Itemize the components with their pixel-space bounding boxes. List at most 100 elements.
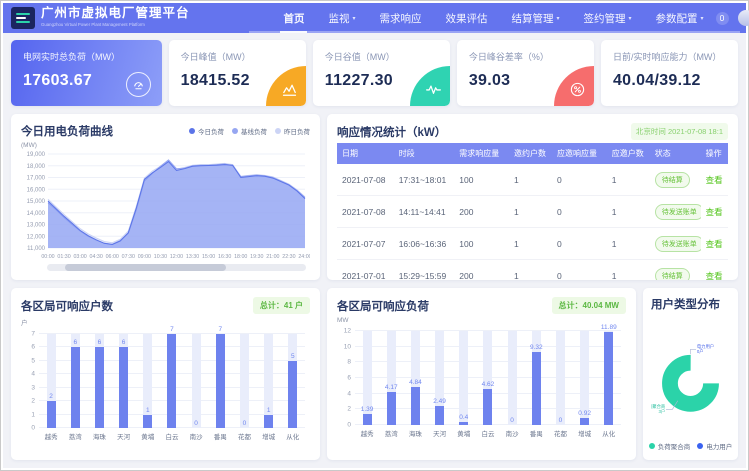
table-cell: 0 <box>552 228 607 260</box>
y-axis-unit: MW <box>337 317 626 324</box>
y-axis-unit: 户 <box>21 317 310 327</box>
table-cell: 16:06~16:36 <box>394 228 455 260</box>
legend-label: 电力用户 <box>706 441 732 451</box>
svg-text:15,000: 15,000 <box>27 199 46 205</box>
app-root: 广州市虚拟电厂管理平台 Guangzhou Virtual Power Plan… <box>3 3 746 468</box>
svg-text:01:30: 01:30 <box>57 254 70 260</box>
bar-从化: 11.89从化 <box>604 331 613 425</box>
panel-user-type: 用户类型分布 电力用户0户负荷聚合商3户 负荷聚合商电力用户 <box>643 288 738 460</box>
y-axis-tick: 2 <box>31 398 35 405</box>
nav-item-0[interactable]: 首页 <box>271 3 316 33</box>
bar-value-label: 9.32 <box>530 344 543 351</box>
nav-item-label: 效果评估 <box>445 11 487 26</box>
bar-越秀: 2越秀 <box>47 334 56 428</box>
svg-text:0户: 0户 <box>697 348 704 355</box>
x-axis-label: 越秀 <box>361 428 374 438</box>
user-type-donut-chart: 电力用户0户负荷聚合商3户 <box>651 316 730 438</box>
panel-load-curve: 今日用电负荷曲线 今日负荷基线负荷昨日负荷 (MW) 19,00018,0001… <box>11 114 320 280</box>
y-axis-tick: 10 <box>344 343 351 350</box>
bar-黄埔: 1黄埔 <box>143 334 152 428</box>
bar-value-label: 0 <box>559 417 563 424</box>
bar-value-label: 4.17 <box>385 384 398 391</box>
bar-value-label: 2.49 <box>433 398 446 405</box>
chart-scrollbar[interactable] <box>47 264 306 271</box>
legend-item[interactable]: 电力用户 <box>697 441 732 451</box>
column-header: 时段 <box>394 143 455 164</box>
svg-text:14,000: 14,000 <box>27 211 46 217</box>
y-axis-tick: 6 <box>31 344 35 351</box>
table-cell: 2021-07-01 <box>337 260 394 281</box>
chevron-down-icon: ▾ <box>701 15 704 22</box>
nav-item-4[interactable]: 结算管理▾ <box>499 3 571 33</box>
bar-value-label: 1 <box>146 407 150 414</box>
table-row: 2021-07-0814:11~14:41200101待发送账单查看 <box>337 196 728 228</box>
load-curve-legend: 今日负荷基线负荷昨日负荷 <box>189 126 310 136</box>
nav-item-5[interactable]: 签约管理▾ <box>571 3 643 33</box>
notification-count: 0 <box>720 13 725 23</box>
table-cell: 2021-07-08 <box>337 164 394 196</box>
district-households-chart: 012345672越秀6荔湾6海珠6天河1黄埔7白云0南沙7番禺0花都1增城5从… <box>21 330 310 442</box>
table-cell: 17:31~18:01 <box>394 164 455 196</box>
panel-district-load: 各区局可响应负荷 总计：40.04 MW MW 0246810121.39越秀4… <box>327 288 636 460</box>
nav-item-label: 首页 <box>283 11 304 26</box>
bar-value-label: 1 <box>267 407 271 414</box>
legend-item[interactable]: 基线负荷 <box>232 126 267 136</box>
x-axis-label: 海珠 <box>93 431 106 441</box>
bar-value-label: 4.62 <box>482 381 495 388</box>
panel-district-households: 各区局可响应户数 总计：41 户 户 012345672越秀6荔湾6海珠6天河1… <box>11 288 320 460</box>
y-axis-tick: 7 <box>31 331 35 338</box>
view-link[interactable]: 查看 <box>706 271 723 281</box>
column-header: 需求响应量 <box>454 143 509 164</box>
legend-item[interactable]: 昨日负荷 <box>275 126 310 136</box>
view-link[interactable]: 查看 <box>706 175 723 185</box>
x-axis-label: 白云 <box>481 428 494 438</box>
notification-bell[interactable]: 0 <box>716 12 729 25</box>
svg-text:12,000: 12,000 <box>27 234 46 240</box>
x-axis-label: 荔湾 <box>69 431 82 441</box>
svg-text:3户: 3户 <box>658 408 665 415</box>
table-cell: 200 <box>454 260 509 281</box>
nav-item-3[interactable]: 效果评估 <box>433 3 499 33</box>
bar-南沙: 0南沙 <box>192 334 201 428</box>
nav-item-1[interactable]: 监视▾ <box>316 3 367 33</box>
user-avatar[interactable] <box>738 10 749 26</box>
bar-荔湾: 4.17荔湾 <box>387 331 396 425</box>
svg-text:18:00: 18:00 <box>234 254 247 260</box>
legend-item[interactable]: 负荷聚合商 <box>649 441 691 451</box>
legend-dot <box>232 128 238 134</box>
y-axis-tick: 4 <box>347 390 351 397</box>
table-cell: 1 <box>607 196 650 228</box>
svg-text:22:30: 22:30 <box>282 254 295 260</box>
svg-text:06:00: 06:00 <box>106 254 119 260</box>
total-households-badge: 总计：41 户 <box>253 297 310 314</box>
stat-card-4: 日前/实时响应能力（MW）40.04/39.12 <box>601 40 738 106</box>
load-curve-chart: 19,00018,00017,00016,00015,00014,00013,0… <box>21 149 310 261</box>
view-link[interactable]: 查看 <box>706 239 723 249</box>
bar-value-label: 11.89 <box>601 324 617 331</box>
svg-text:07:30: 07:30 <box>122 254 135 260</box>
nav-item-6[interactable]: 参数配置▾ <box>644 3 716 33</box>
view-link[interactable]: 查看 <box>706 207 723 217</box>
svg-text:19,000: 19,000 <box>27 152 46 158</box>
chart-scrollbar-handle[interactable] <box>65 264 226 271</box>
svg-text:16,000: 16,000 <box>27 187 46 193</box>
y-axis-tick: 6 <box>347 375 351 382</box>
svg-text:19:30: 19:30 <box>250 254 263 260</box>
bar-番禺: 9.32番禺 <box>532 331 541 425</box>
column-header: 邀约户数 <box>509 143 552 164</box>
response-stats-title: 响应情况统计（kW） <box>337 124 446 140</box>
bar-value-label: 5 <box>291 353 295 360</box>
nav-item-2[interactable]: 需求响应 <box>367 3 433 33</box>
y-axis-tick: 3 <box>31 384 35 391</box>
legend-dot <box>649 443 655 449</box>
legend-item[interactable]: 今日负荷 <box>189 126 224 136</box>
bar-花都: 0花都 <box>556 331 565 425</box>
svg-text:12:00: 12:00 <box>170 254 183 260</box>
table-header-row: 日期时段需求响应量邀约户数应邀响应量应邀户数状态操作 <box>337 143 728 164</box>
table-cell: 0 <box>552 196 607 228</box>
bar-value-label: 6 <box>98 339 102 346</box>
district-load-title: 各区局可响应负荷 <box>337 298 429 314</box>
table-cell: 1 <box>607 228 650 260</box>
total-load-badge: 总计：40.04 MW <box>552 297 626 314</box>
svg-text:13,000: 13,000 <box>27 223 46 229</box>
